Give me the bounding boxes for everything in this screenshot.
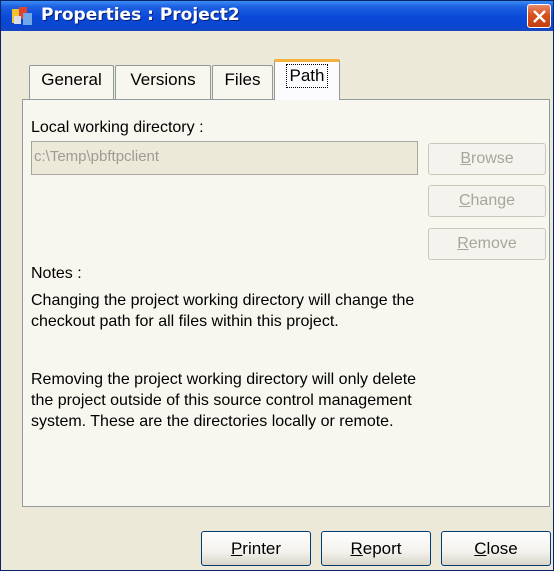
browse-label: rowse	[470, 150, 514, 167]
note-1-line-1: Changing the project working directory w…	[31, 292, 415, 309]
tab-general[interactable]: General	[29, 65, 114, 99]
close-icon	[533, 10, 546, 23]
change-button[interactable]: Change	[428, 185, 546, 217]
browse-button[interactable]: Browse	[428, 143, 546, 175]
tab-path-label: Path	[285, 64, 329, 88]
report-mnemonic: R	[350, 539, 363, 558]
tab-versions-label: Versions	[130, 70, 196, 89]
close-label: lose	[486, 539, 518, 558]
properties-dialog: Properties : Project2 General Versions F…	[0, 0, 554, 571]
change-label: hange	[470, 192, 516, 209]
tab-path[interactable]: Path	[274, 59, 340, 100]
remove-button[interactable]: Remove	[428, 228, 546, 260]
close-button[interactable]: Close	[441, 531, 551, 566]
close-mnemonic: C	[474, 539, 487, 558]
local-dir-label: Local working directory :	[31, 119, 204, 136]
window-title: Properties : Project2	[41, 5, 240, 25]
printer-mnemonic: P	[230, 539, 243, 558]
tab-files-label: Files	[224, 70, 261, 89]
tab-general-label: General	[41, 70, 102, 89]
change-mnemonic: C	[458, 192, 471, 209]
title-bar[interactable]: Properties : Project2	[1, 1, 553, 31]
printer-label: rinter	[242, 539, 282, 558]
printer-button[interactable]: Printer	[201, 531, 311, 566]
tab-files[interactable]: Files	[212, 65, 273, 99]
report-button[interactable]: Report	[321, 531, 431, 566]
note-2: Removing the project working directory w…	[31, 369, 471, 432]
note-1: Changing the project working directory w…	[31, 290, 471, 332]
tab-versions[interactable]: Versions	[115, 65, 211, 99]
notes-label: Notes :	[31, 265, 82, 282]
close-window-button[interactable]	[527, 4, 551, 28]
local-dir-field[interactable]: c:\Temp\pbftpclient	[31, 141, 418, 175]
note-1-line-2: checkout path for all files within this …	[31, 313, 339, 330]
report-label: eport	[362, 539, 402, 558]
app-icon	[11, 6, 33, 26]
remove-mnemonic: R	[457, 235, 469, 252]
note-2-line-3: system. These are the directories locall…	[31, 413, 394, 430]
note-2-line-2: the project outside of this source contr…	[31, 392, 412, 409]
remove-label: emove	[468, 235, 517, 252]
browse-mnemonic: B	[460, 150, 471, 167]
note-2-line-1: Removing the project working directory w…	[31, 371, 417, 388]
